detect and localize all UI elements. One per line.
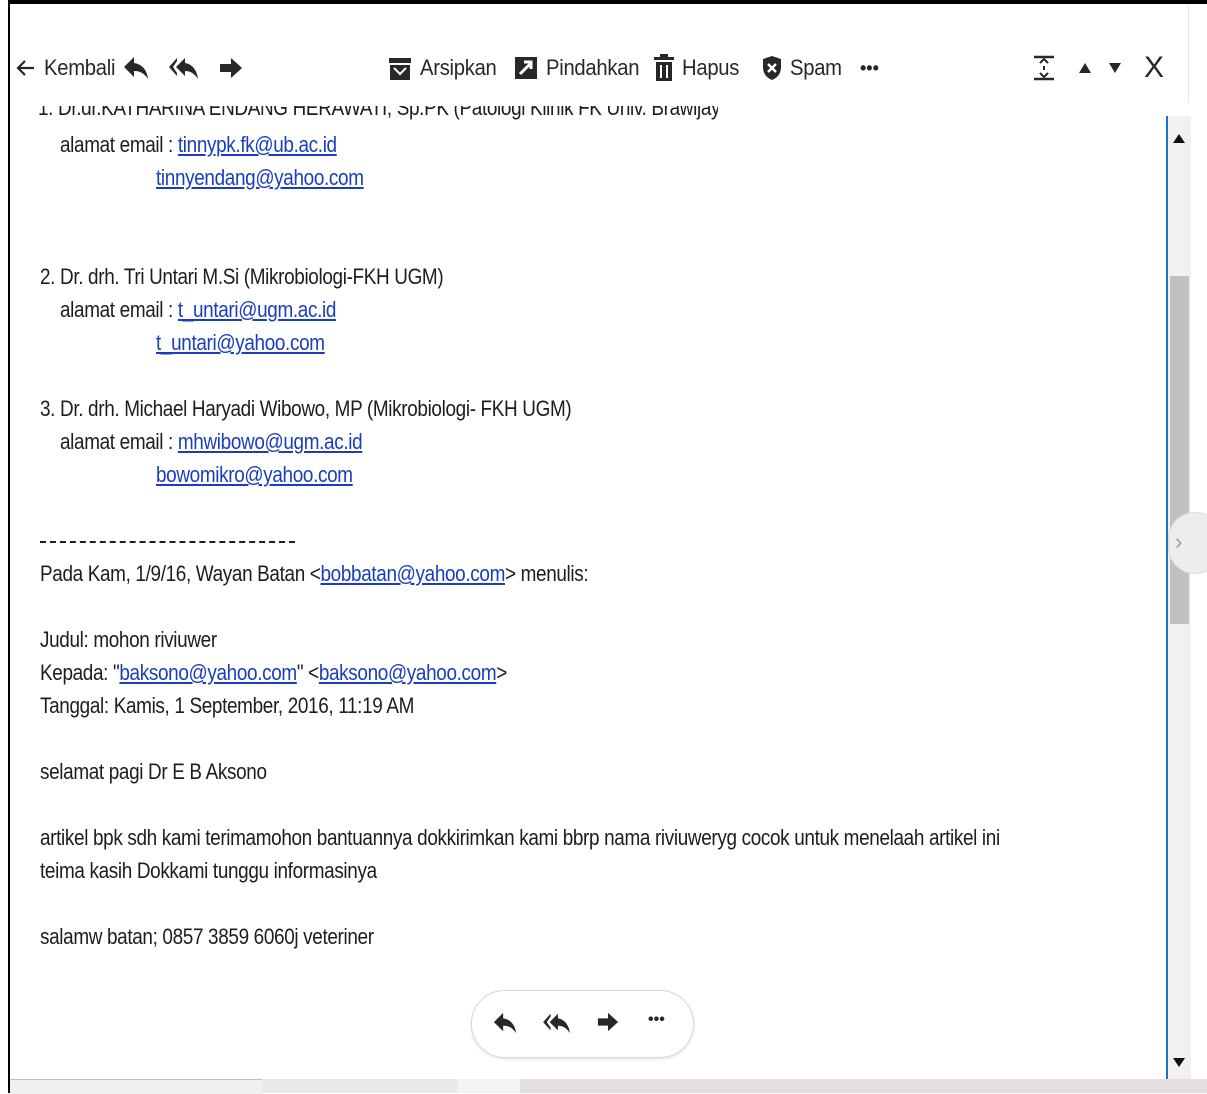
reviewer-2-email-link-1[interactable]: t_untari@ugm.ac.id xyxy=(178,297,337,322)
bottom-strip-segment xyxy=(458,1079,520,1093)
reply-all-icon xyxy=(543,1013,570,1034)
collapse-icon xyxy=(1034,55,1054,81)
more-button[interactable]: ••• xyxy=(860,48,879,88)
forward-icon xyxy=(597,1012,619,1032)
bottom-strip xyxy=(10,1079,1207,1094)
spam-button[interactable]: Spam xyxy=(762,48,846,88)
scroll-up-arrow-icon[interactable] xyxy=(1173,134,1185,143)
body-paragraph-2: teima kasih Dokkami tunggu informasinya xyxy=(40,858,377,883)
reply-icon xyxy=(493,1012,517,1034)
reviewer-3-email-line-2: bowomikro@yahoo.com xyxy=(156,460,353,490)
chevron-right-icon: › xyxy=(1175,529,1183,554)
previous-message-button[interactable] xyxy=(1078,48,1092,88)
more-icon: ••• xyxy=(860,57,879,78)
reply-all-button-bottom[interactable] xyxy=(542,1011,574,1037)
close-icon: X xyxy=(1144,51,1165,84)
spam-shield-icon xyxy=(763,56,781,80)
bottom-strip-segment xyxy=(262,1079,458,1093)
reviewer-2-name: 2. Dr. drh. Tri Untari M.Si (Mikrobiolog… xyxy=(40,264,444,289)
reviewer-2-email-link-2[interactable]: t_untari@yahoo.com xyxy=(156,330,325,355)
body-paragraph-1: artikel bpk sdh kami terimamohon bantuan… xyxy=(40,825,1000,850)
reviewer-1-name-partial: 1. Dr.dr.KATHARINA ENDANG HERAWATI, Sp.P… xyxy=(38,106,718,120)
bottom-strip-segment xyxy=(10,1079,262,1094)
reply-icon xyxy=(124,57,148,79)
greeting-text: selamat pagi Dr E B Aksono xyxy=(40,759,267,784)
collapse-button[interactable] xyxy=(1034,48,1054,88)
quote-sender-email-link[interactable]: bobbatan@yahoo.com xyxy=(321,561,506,586)
reviewer-3-email-line: alamat email : mhwibowo@ugm.ac.id xyxy=(60,429,363,454)
focus-rail xyxy=(1166,116,1168,1079)
reviewer-2-email-line: alamat email : t_untari@ugm.ac.id xyxy=(60,297,337,322)
archive-button[interactable]: Arsipkan xyxy=(388,48,503,88)
back-button[interactable]: Kembali xyxy=(16,48,121,88)
spam-label: Spam xyxy=(790,55,842,80)
quote-separator xyxy=(40,541,295,543)
signature-text: salamw batan; 0857 3859 6060j veteriner xyxy=(40,924,374,949)
toolbar-divider xyxy=(1188,4,1189,102)
quote-header: Pada Kam, 1/9/16, Wayan Batan <bobbatan@… xyxy=(40,561,589,586)
caret-up-icon xyxy=(1079,63,1091,73)
delete-label: Hapus xyxy=(682,55,740,80)
recipient-email-link-quoted[interactable]: baksono@yahoo.com xyxy=(119,660,297,685)
arrow-left-icon xyxy=(16,60,34,76)
next-message-button[interactable] xyxy=(1108,48,1122,88)
reviewer-3-email-link-1[interactable]: mhwibowo@ugm.ac.id xyxy=(178,429,363,454)
message-body: 1. Dr.dr.KATHARINA ENDANG HERAWATI, Sp.P… xyxy=(10,104,1166,1079)
reviewer-1-email-link-1[interactable]: tinnypk.fk@ub.ac.id xyxy=(178,132,337,157)
forward-button[interactable] xyxy=(218,48,244,88)
side-panel-toggle[interactable]: › xyxy=(1168,512,1207,574)
quoted-recipient: Kepada: "baksono@yahoo.com" <baksono@yah… xyxy=(40,660,507,685)
recipient-email-link[interactable]: baksono@yahoo.com xyxy=(319,660,497,685)
reviewer-1-email-line-2: tinnyendang@yahoo.com xyxy=(156,163,364,193)
move-button[interactable]: Pindahkan xyxy=(514,48,647,88)
archive-icon xyxy=(389,58,411,80)
reply-button[interactable] xyxy=(122,48,150,88)
reviewer-1-email-link-2[interactable]: tinnyendang@yahoo.com xyxy=(156,165,364,190)
reply-all-button[interactable] xyxy=(168,48,200,88)
reviewer-1-email-line: alamat email : tinnypk.fk@ub.ac.id xyxy=(60,132,337,157)
quoted-date: Tanggal: Kamis, 1 September, 2016, 11:19… xyxy=(40,693,415,718)
more-actions-button[interactable]: ••• xyxy=(648,1011,676,1037)
archive-label: Arsipkan xyxy=(420,55,497,80)
reply-all-icon xyxy=(169,58,198,79)
trash-icon xyxy=(654,54,674,81)
delete-button[interactable]: Hapus xyxy=(654,48,744,88)
more-icon: ••• xyxy=(648,1011,665,1028)
back-label: Kembali xyxy=(44,55,116,80)
reviewer-3-name: 3. Dr. drh. Michael Haryadi Wibowo, MP (… xyxy=(40,396,572,421)
forward-button-bottom[interactable] xyxy=(596,1011,624,1037)
move-folder-icon xyxy=(515,57,537,79)
scroll-down-arrow-icon[interactable] xyxy=(1173,1058,1185,1067)
message-toolbar: Kembali Arsipkan Pindahkan Hapus Spam ••… xyxy=(10,4,1191,116)
reply-button-bottom[interactable] xyxy=(492,1011,520,1037)
reviewer-2-email-line-2: t_untari@yahoo.com xyxy=(156,328,325,358)
vertical-scrollbar[interactable] xyxy=(1168,116,1191,1079)
caret-down-icon xyxy=(1109,63,1121,73)
move-label: Pindahkan xyxy=(546,55,640,80)
reviewer-3-email-link-2[interactable]: bowomikro@yahoo.com xyxy=(156,462,353,487)
forward-icon xyxy=(220,58,242,78)
close-button[interactable]: X xyxy=(1144,48,1164,88)
quick-actions-bar: ••• xyxy=(471,990,694,1058)
quoted-subject: Judul: mohon riviuwer xyxy=(40,627,217,652)
